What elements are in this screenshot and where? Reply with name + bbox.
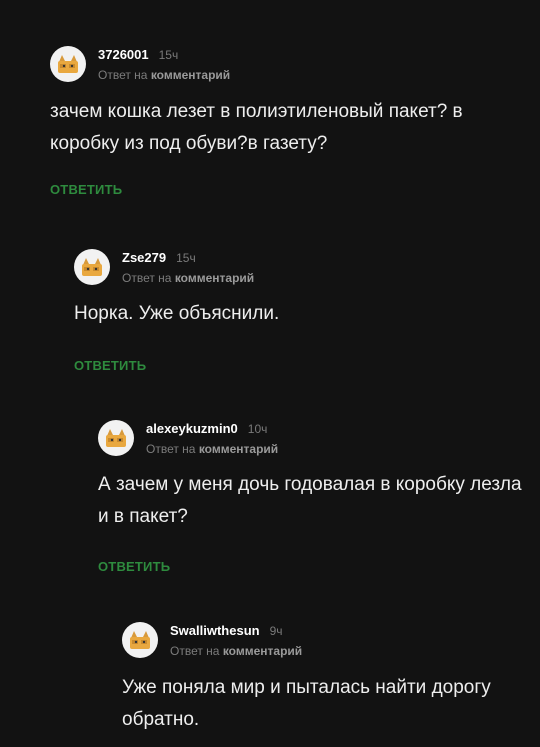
timestamp: 10ч — [247, 421, 268, 436]
avatar[interactable] — [98, 420, 134, 456]
comment: Zse279 15ч Ответ на комментарий Норка. У… — [74, 247, 528, 375]
cat-avatar-icon — [55, 52, 81, 76]
reply-button[interactable]: ОТВЕТИТЬ — [50, 182, 122, 197]
comment-meta: Swalliwthesun 9ч Ответ на комментарий — [170, 623, 302, 658]
reply-to-link[interactable]: комментарий — [151, 68, 230, 82]
reply-to-line: Ответ на комментарий — [98, 68, 230, 82]
comment-meta: 3726001 15ч Ответ на комментарий — [98, 47, 230, 82]
reply-to-link[interactable]: комментарий — [223, 644, 302, 658]
comment-text: Уже поняла мир и пыталась найти дорогу о… — [122, 677, 491, 730]
timestamp: 9ч — [269, 623, 283, 638]
avatar[interactable] — [50, 46, 86, 82]
comment-text: Норка. Уже объяснили. — [74, 303, 280, 324]
reply-to-prefix: Ответ на — [122, 270, 172, 285]
reply-to-prefix: Ответ на — [98, 67, 148, 82]
timestamp: 15ч — [176, 250, 196, 265]
username[interactable]: Zse279 — [122, 250, 166, 265]
comment-text: А зачем у меня дочь годовалая в коробку … — [98, 474, 522, 527]
reply-to-line: Ответ на комментарий — [170, 644, 302, 658]
username[interactable]: Swalliwthesun — [170, 623, 260, 638]
cat-avatar-icon — [127, 628, 153, 652]
reply-to-prefix: Ответ на — [146, 441, 196, 456]
comment-header: Swalliwthesun 9ч Ответ на комментарий — [122, 620, 528, 660]
comment-meta: Zse279 15ч Ответ на комментарий — [122, 250, 254, 285]
comment-header: alexeykuzmin0 10ч Ответ на комментарий — [98, 418, 528, 458]
cat-avatar-icon — [79, 255, 105, 279]
comment-meta: alexeykuzmin0 10ч Ответ на комментарий — [146, 421, 278, 456]
username[interactable]: 3726001 — [98, 47, 149, 62]
reply-button[interactable]: ОТВЕТИТЬ — [74, 358, 146, 373]
comment: Swalliwthesun 9ч Ответ на комментарий Уж… — [122, 620, 528, 736]
comment-text: зачем кошка лезет в полиэтиленовый пакет… — [50, 101, 463, 154]
comment: alexeykuzmin0 10ч Ответ на комментарий А… — [98, 418, 528, 576]
comment-header: 3726001 15ч Ответ на комментарий — [50, 44, 528, 84]
reply-to-line: Ответ на комментарий — [122, 271, 254, 285]
reply-to-line: Ответ на комментарий — [146, 442, 278, 456]
timestamp: 15ч — [158, 47, 179, 62]
avatar[interactable] — [122, 622, 158, 658]
cat-avatar-icon — [103, 426, 129, 450]
username[interactable]: alexeykuzmin0 — [146, 421, 238, 436]
reply-button[interactable]: ОТВЕТИТЬ — [98, 559, 170, 574]
avatar[interactable] — [74, 249, 110, 285]
comment-header: Zse279 15ч Ответ на комментарий — [74, 247, 528, 287]
reply-to-prefix: Ответ на — [170, 643, 220, 658]
reply-to-link[interactable]: комментарий — [199, 442, 278, 456]
comment: 3726001 15ч Ответ на комментарий зачем к… — [50, 44, 528, 199]
reply-to-link[interactable]: комментарий — [175, 271, 254, 285]
